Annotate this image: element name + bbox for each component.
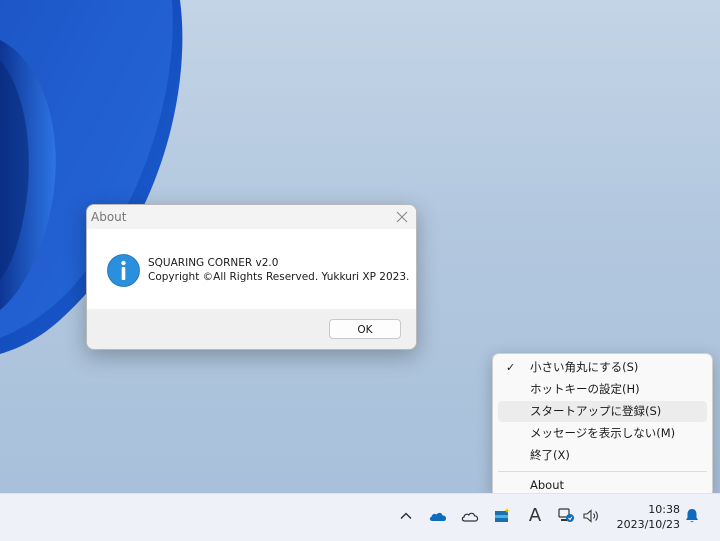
app-icon[interactable] (492, 506, 512, 526)
dialog-title: About (91, 210, 127, 224)
clock-date: 2023/10/23 (616, 518, 680, 531)
info-icon (107, 254, 140, 287)
onedrive-blue-icon[interactable] (428, 506, 448, 526)
clock[interactable]: 10:38 2023/10/23 (610, 502, 680, 532)
menu-item-label: ホットキーの設定(H) (530, 382, 640, 396)
about-dialog: About SQUARING CORNER v2.0 Copyright ©Al… (86, 204, 417, 350)
clock-time: 10:38 (648, 503, 680, 516)
network-icon[interactable] (556, 506, 576, 526)
menu-item-exit[interactable]: 終了(X) (498, 445, 707, 466)
ime-icon[interactable]: A (525, 506, 545, 526)
bell-icon[interactable] (682, 506, 702, 526)
menu-item-no-message[interactable]: メッセージを表示しない(M) (498, 423, 707, 444)
menu-item-label: スタートアップに登録(S) (530, 404, 662, 418)
tray-context-menu: ✓ 小さい角丸にする(S) ホットキーの設定(H) スタートアップに登録(S) … (492, 353, 713, 498)
app-name: SQUARING CORNER v2.0 (148, 257, 279, 269)
close-icon[interactable] (394, 209, 410, 225)
menu-item-startup[interactable]: スタートアップに登録(S) (498, 401, 707, 422)
menu-item-hotkey[interactable]: ホットキーの設定(H) (498, 379, 707, 400)
check-icon: ✓ (506, 361, 516, 374)
onedrive-icon[interactable] (460, 506, 480, 526)
dialog-message: SQUARING CORNER v2.0 Copyright ©All Righ… (148, 256, 409, 284)
taskbar: A 10:38 2023/10/23 (0, 493, 720, 541)
copyright-text: Copyright ©All Rights Reserved. Yukkuri … (148, 271, 410, 283)
menu-item-label: 終了(X) (530, 448, 570, 462)
dialog-titlebar[interactable]: About (87, 205, 416, 229)
menu-item-label: 小さい角丸にする(S) (530, 360, 639, 374)
dialog-body: SQUARING CORNER v2.0 Copyright ©All Righ… (87, 229, 416, 309)
dialog-footer: OK (87, 309, 416, 349)
menu-item-small-corner[interactable]: ✓ 小さい角丸にする(S) (498, 357, 707, 378)
menu-item-label: メッセージを表示しない(M) (530, 426, 676, 440)
menu-separator (498, 471, 707, 472)
volume-icon[interactable] (581, 506, 601, 526)
ok-button[interactable]: OK (329, 319, 401, 339)
chevron-up-icon[interactable] (396, 506, 416, 526)
